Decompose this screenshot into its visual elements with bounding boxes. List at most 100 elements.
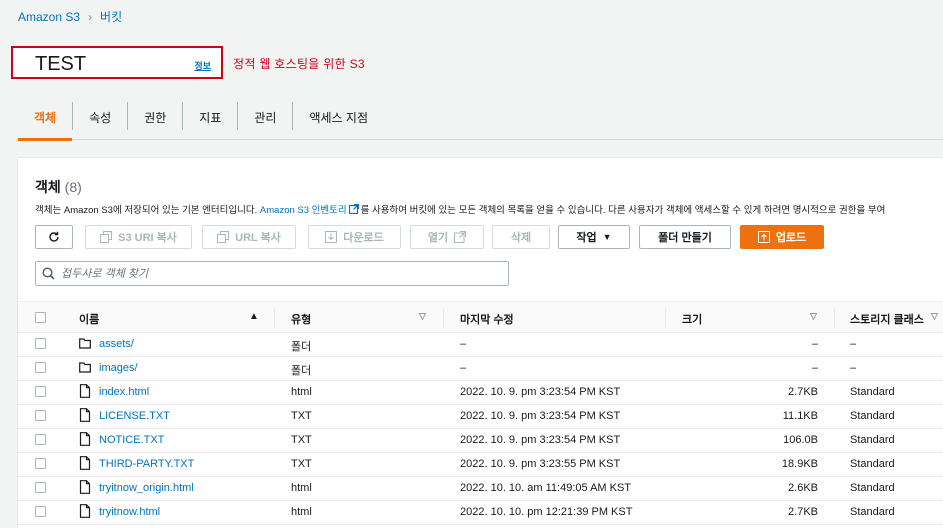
row-checkbox[interactable] bbox=[35, 506, 46, 517]
delete-button[interactable]: 삭제 bbox=[492, 225, 550, 249]
object-modified: 2022. 10. 9. pm 3:23:54 PM KST bbox=[460, 410, 621, 422]
column-header-size[interactable]: 크기 bbox=[682, 311, 702, 327]
tab-objects[interactable]: 객체 bbox=[18, 100, 73, 141]
refresh-button[interactable] bbox=[35, 225, 73, 249]
tab-properties[interactable]: 속성 bbox=[73, 100, 127, 140]
object-size: – bbox=[811, 362, 818, 374]
object-type: 폴더 bbox=[291, 365, 312, 377]
breadcrumb: Amazon S3 › 버킷 bbox=[18, 8, 122, 25]
table-row: assets/ 폴더 – – – bbox=[18, 333, 943, 357]
object-name-link[interactable]: index.html bbox=[99, 386, 149, 398]
annotation-text: 정적 웹 호스팅을 위한 S3 bbox=[233, 57, 365, 71]
file-icon bbox=[79, 456, 91, 470]
object-name-link[interactable]: LICENSE.TXT bbox=[99, 410, 170, 422]
object-storage-class: Standard bbox=[850, 458, 895, 470]
breadcrumb-amazon-s3[interactable]: Amazon S3 bbox=[18, 10, 80, 24]
row-checkbox[interactable] bbox=[35, 458, 46, 469]
create-folder-label: 폴더 만들기 bbox=[658, 232, 712, 244]
open-button[interactable]: 열기 bbox=[410, 225, 484, 249]
object-size: 2.7KB bbox=[788, 506, 818, 518]
sort-asc-icon[interactable]: ▲ bbox=[249, 311, 259, 322]
title-highlight-box: TEST 정보 bbox=[11, 46, 223, 79]
column-header-type[interactable]: 유형 bbox=[291, 311, 311, 327]
sort-icon[interactable]: ▽ bbox=[419, 311, 426, 322]
row-checkbox[interactable] bbox=[35, 434, 46, 445]
tab-access-points[interactable]: 액세스 지점 bbox=[293, 100, 384, 140]
table-row: tryitnow.html html 2022. 10. 10. pm 12:2… bbox=[18, 501, 943, 525]
search-icon bbox=[42, 267, 55, 280]
open-label: 열기 bbox=[427, 232, 449, 244]
table-row: THIRD-PARTY.TXT TXT 2022. 10. 9. pm 3:23… bbox=[18, 453, 943, 477]
object-modified: – bbox=[460, 362, 467, 374]
table-row: LICENSE.TXT TXT 2022. 10. 9. pm 3:23:54 … bbox=[18, 405, 943, 429]
object-size: 11.1KB bbox=[782, 410, 818, 422]
tab-permissions[interactable]: 권한 bbox=[128, 100, 182, 140]
copy-url-button[interactable]: URL 복사 bbox=[202, 225, 296, 249]
table-header: 이름 ▲ 유형 ▽ 마지막 수정 크기 ▽ 스토리지 클래스 ▽ bbox=[18, 301, 943, 333]
breadcrumb-buckets[interactable]: 버킷 bbox=[100, 8, 122, 25]
object-size: 106.0B bbox=[783, 434, 818, 446]
object-name-link[interactable]: tryitnow.html bbox=[99, 506, 160, 518]
panel-title-text: 객체 bbox=[35, 179, 61, 195]
object-storage-class: Standard bbox=[850, 434, 895, 446]
object-modified: – bbox=[460, 338, 467, 350]
row-checkbox[interactable] bbox=[35, 338, 46, 349]
info-link[interactable]: 정보 bbox=[194, 59, 211, 72]
refresh-icon bbox=[49, 231, 59, 242]
folder-icon bbox=[79, 362, 91, 373]
column-divider bbox=[834, 308, 835, 328]
inventory-link[interactable]: Amazon S3 인벤토리 bbox=[260, 205, 347, 216]
object-modified: 2022. 10. 10. pm 12:21:39 PM KST bbox=[460, 506, 633, 518]
object-type: html bbox=[291, 506, 312, 518]
select-all-checkbox[interactable] bbox=[35, 312, 46, 323]
panel-description: 객체는 Amazon S3에 저장되어 있는 기본 엔터티입니다. Amazon… bbox=[35, 202, 885, 216]
tab-management[interactable]: 관리 bbox=[238, 100, 292, 140]
download-label: 다운로드 bbox=[343, 232, 384, 244]
copy-url-label: URL 복사 bbox=[235, 232, 281, 244]
object-name-link[interactable]: assets/ bbox=[99, 338, 134, 350]
object-size: – bbox=[811, 338, 818, 350]
object-name-link[interactable]: THIRD-PARTY.TXT bbox=[99, 458, 194, 470]
external-link-icon[interactable] bbox=[348, 204, 359, 214]
copy-s3-uri-button[interactable]: S3 URI 복사 bbox=[85, 225, 192, 249]
column-divider bbox=[274, 308, 275, 328]
chevron-right-icon: › bbox=[88, 9, 93, 24]
copy-icon bbox=[100, 231, 113, 243]
object-name-link[interactable]: tryitnow_origin.html bbox=[99, 482, 194, 494]
object-type: TXT bbox=[291, 434, 312, 446]
sort-icon[interactable]: ▽ bbox=[810, 311, 817, 322]
download-button[interactable]: 다운로드 bbox=[308, 225, 401, 249]
tab-metrics[interactable]: 지표 bbox=[183, 100, 237, 140]
object-type: TXT bbox=[291, 458, 312, 470]
table-row: NOTICE.TXT TXT 2022. 10. 9. pm 3:23:54 P… bbox=[18, 429, 943, 453]
delete-label: 삭제 bbox=[510, 232, 532, 244]
object-storage-class: Standard bbox=[850, 410, 895, 422]
external-link-icon bbox=[454, 231, 467, 243]
create-folder-button[interactable]: 폴더 만들기 bbox=[639, 225, 731, 249]
row-checkbox[interactable] bbox=[35, 386, 46, 397]
row-checkbox[interactable] bbox=[35, 410, 46, 421]
row-checkbox[interactable] bbox=[35, 482, 46, 493]
object-name-link[interactable]: images/ bbox=[99, 362, 138, 374]
sort-icon[interactable]: ▽ bbox=[931, 311, 938, 322]
column-header-modified[interactable]: 마지막 수정 bbox=[460, 311, 514, 327]
file-icon bbox=[79, 432, 91, 446]
object-name-link[interactable]: NOTICE.TXT bbox=[99, 434, 164, 446]
object-size: 2.7KB bbox=[788, 386, 818, 398]
object-count: (8) bbox=[64, 179, 82, 195]
column-header-name[interactable]: 이름 bbox=[79, 311, 99, 327]
object-modified: 2022. 10. 10. am 11:49:05 AM KST bbox=[460, 482, 632, 494]
column-header-storage-class[interactable]: 스토리지 클래스 bbox=[850, 311, 924, 327]
page-title: TEST bbox=[35, 53, 87, 75]
caret-down-icon: ▼ bbox=[602, 232, 612, 242]
search-input[interactable] bbox=[61, 267, 501, 280]
object-type: TXT bbox=[291, 410, 312, 422]
row-checkbox[interactable] bbox=[35, 362, 46, 373]
upload-button[interactable]: 업로드 bbox=[740, 225, 824, 249]
panel-title: 객체 (8) bbox=[35, 177, 82, 197]
copy-s3-uri-label: S3 URI 복사 bbox=[118, 232, 177, 244]
column-divider bbox=[443, 308, 444, 328]
actions-dropdown[interactable]: 작업 ▼ bbox=[558, 225, 630, 249]
object-storage-class: Standard bbox=[850, 506, 895, 518]
copy-icon bbox=[217, 231, 230, 243]
